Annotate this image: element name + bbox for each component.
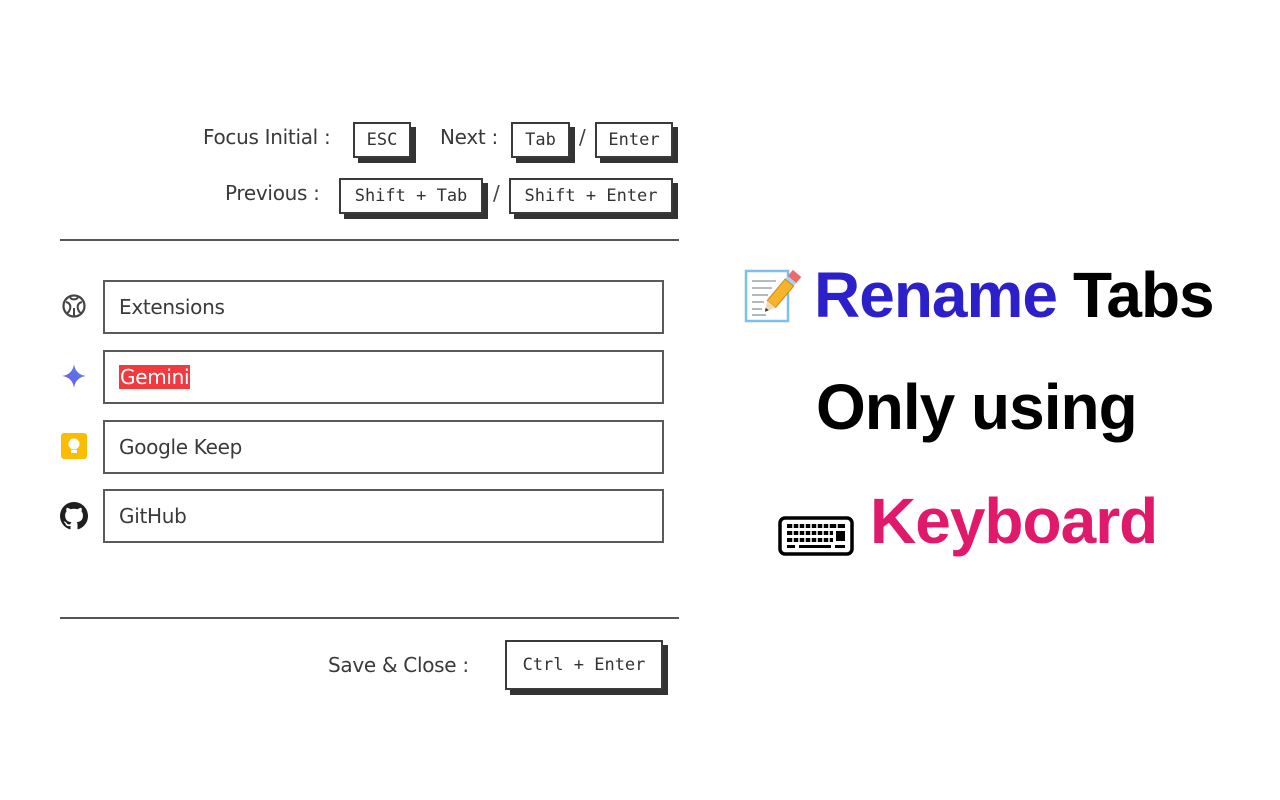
focus-initial-label: Focus Initial : <box>203 125 331 149</box>
selected-tab-title[interactable]: Gemini <box>119 365 191 389</box>
tab-title-field[interactable] <box>119 295 648 319</box>
tab-title-input-google-keep[interactable] <box>103 420 664 474</box>
promo-line-2: Only using <box>816 371 1138 443</box>
esc-key: ESC <box>353 122 411 158</box>
shift-enter-key: Shift + Enter <box>509 178 673 214</box>
tab-key: Tab <box>511 122 570 158</box>
ctrl-enter-key[interactable]: Ctrl + Enter <box>505 640 663 690</box>
promo-rename-word: Rename <box>814 259 1058 331</box>
shift-tab-key: Shift + Tab <box>339 178 483 214</box>
tab-title-input-github[interactable] <box>103 489 664 543</box>
google-keep-icon <box>60 432 88 460</box>
enter-key: Enter <box>595 122 673 158</box>
promo-line-3: Keyboard <box>778 484 1158 558</box>
tab-title-input-gemini[interactable]: Gemini <box>103 350 664 404</box>
promo-keyboard-word: Keyboard <box>870 485 1158 557</box>
next-label: Next : <box>440 125 498 149</box>
bottom-divider <box>60 617 679 619</box>
previous-separator: / <box>493 181 500 205</box>
extensions-icon <box>60 292 88 320</box>
promo-line-1: Rename Tabs <box>742 258 1215 332</box>
top-divider <box>60 239 679 241</box>
previous-label: Previous : <box>225 181 320 205</box>
promo-tabs-word: Tabs <box>1073 259 1215 331</box>
tab-title-field[interactable] <box>119 435 648 459</box>
tab-title-field[interactable] <box>119 504 648 528</box>
gemini-icon <box>60 362 88 390</box>
tab-title-input-extensions[interactable] <box>103 280 664 334</box>
save-close-label: Save & Close : <box>328 653 469 677</box>
memo-pencil-icon <box>742 265 802 325</box>
github-icon <box>60 502 88 530</box>
next-separator: / <box>579 125 586 149</box>
keyboard-icon <box>778 499 854 556</box>
